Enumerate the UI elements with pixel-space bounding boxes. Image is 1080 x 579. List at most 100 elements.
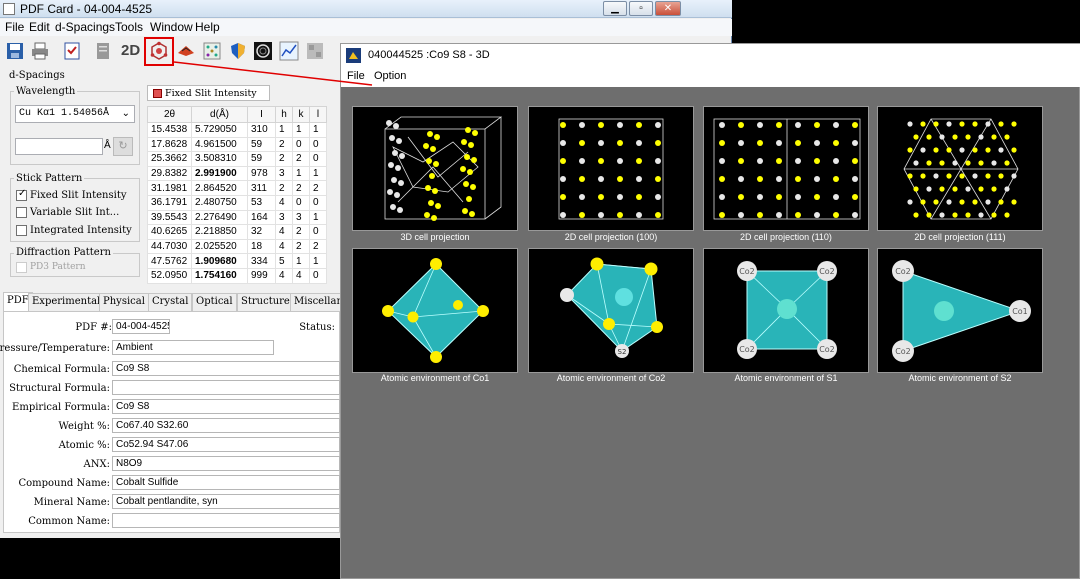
sulfur-atom <box>655 122 661 128</box>
cobalt-atom <box>471 157 477 163</box>
table-cell: 1 <box>309 165 327 182</box>
cobalt-atom <box>598 194 604 200</box>
col-intensity[interactable]: I <box>247 106 276 123</box>
form-field[interactable] <box>112 513 340 528</box>
sulfur-atom <box>939 134 945 140</box>
tab-structure[interactable]: Structure <box>237 293 294 311</box>
cobalt-atom <box>933 199 939 205</box>
3d-menu-file[interactable]: File <box>347 70 365 82</box>
minimize-button[interactable]: ▁ <box>603 1 627 16</box>
table-cell: 2 <box>292 151 310 167</box>
wavelength-input[interactable] <box>15 138 103 155</box>
tab-crystal[interactable]: Crystal <box>148 293 193 311</box>
form-field[interactable]: Co9 S8 <box>112 399 340 414</box>
col-d[interactable]: d(Å) <box>191 106 248 123</box>
refresh-icon[interactable]: ↻ <box>113 137 133 156</box>
col-k[interactable]: k <box>292 106 310 123</box>
table-row[interactable]: 17.8628 4.961500 59 2 0 0 <box>147 136 327 153</box>
panel-2d-110[interactable] <box>703 106 869 231</box>
table-row[interactable]: 31.1981 2.864520 311 2 2 2 <box>147 180 327 196</box>
cobalt-atom <box>428 200 434 206</box>
form-field[interactable]: N8O9 <box>112 456 340 471</box>
form-label: Pressure/Temperature: <box>0 343 110 354</box>
atom-label-co2-a: Co2 <box>739 267 755 276</box>
form-field[interactable]: Co67.40 S32.60 <box>112 418 340 433</box>
tab-physical[interactable]: Physical <box>99 293 149 311</box>
atom-label-s2-co2: S2 <box>618 348 627 356</box>
checklist-icon[interactable] <box>62 41 82 61</box>
caption-2d-100: 2D cell projection (100) <box>564 232 658 242</box>
sulfur-atom <box>907 199 913 205</box>
plot-icon[interactable] <box>279 41 299 61</box>
cobalt-atom <box>933 121 939 127</box>
print-icon[interactable] <box>30 41 50 61</box>
cobalt-atom <box>431 215 437 221</box>
menu-help[interactable]: Help <box>195 20 220 34</box>
tab-miscellaneous[interactable]: Miscellan <box>290 293 347 311</box>
table-cell: 18 <box>247 238 276 255</box>
table-row[interactable]: 52.0950 1.754160 999 4 4 0 <box>147 267 327 284</box>
wavelength-select[interactable]: Cu Kα1 1.54056Å ⌄ <box>15 105 135 123</box>
col-h[interactable]: h <box>275 106 293 123</box>
panel-2d-111[interactable] <box>877 106 1043 231</box>
tab-experimental[interactable]: Experimental <box>28 293 105 311</box>
ring-pattern-icon[interactable] <box>253 41 273 61</box>
tab-optical[interactable]: Optical <box>192 293 237 311</box>
table-row[interactable]: 39.5543 2.276490 164 3 3 1 <box>147 209 327 226</box>
3d-menu-option[interactable]: Option <box>374 70 406 82</box>
table-row[interactable]: 47.5762 1.909680 334 5 1 1 <box>147 253 327 269</box>
form-field[interactable]: Co52.94 S47.06 <box>112 437 340 452</box>
table-row[interactable]: 29.8382 2.991900 978 3 1 1 <box>147 165 327 182</box>
table-row[interactable]: 25.3662 3.508310 59 2 2 0 <box>147 151 327 167</box>
table-row[interactable]: 15.4538 5.729050 310 1 1 1 <box>147 122 327 138</box>
sulfur-atom <box>998 147 1004 153</box>
col-l[interactable]: l <box>309 106 327 123</box>
table-cell: 4 <box>275 194 293 211</box>
document-icon[interactable] <box>93 41 113 61</box>
integrated-intensity-checkbox[interactable] <box>16 225 27 236</box>
table-row[interactable]: 40.6265 2.218850 32 4 2 0 <box>147 224 327 240</box>
grid-icon[interactable] <box>305 41 325 61</box>
diffraction-icon[interactable] <box>202 41 222 61</box>
cobalt-atom <box>425 185 431 191</box>
form-field[interactable]: Cobalt Sulfide <box>112 475 340 490</box>
pdf-number-field[interactable]: 04-004-4525 <box>112 319 170 334</box>
fixed-slit-checkbox[interactable]: ✓ <box>16 188 27 201</box>
panel-co2-environment[interactable]: S2 <box>528 248 694 373</box>
sulfur-atom <box>1004 186 1010 192</box>
variable-slit-checkbox[interactable] <box>16 207 27 218</box>
form-field[interactable]: Ambient <box>112 340 274 355</box>
menu-tools[interactable]: Tools <box>115 20 143 34</box>
wavelength-label: Wavelength <box>14 86 78 97</box>
save-icon[interactable] <box>5 41 25 61</box>
table-row[interactable]: 36.1791 2.480750 53 4 0 0 <box>147 194 327 211</box>
sulfur-atom <box>939 212 945 218</box>
panel-3d-cell-projection[interactable] <box>352 106 518 231</box>
close-button[interactable]: ✕ <box>655 1 681 16</box>
form-field[interactable]: Co9 S8 <box>112 361 340 376</box>
menu-file[interactable]: File <box>5 20 24 34</box>
panel-s2-environment[interactable]: Co2 Co1 Co2 <box>877 248 1043 373</box>
pd3-checkbox[interactable] <box>16 262 27 273</box>
cobalt-atom <box>426 158 432 164</box>
fixed-slit-tab[interactable]: Fixed Slit Intensity <box>147 85 270 101</box>
cobalt-atom <box>978 160 984 166</box>
menu-window[interactable]: Window <box>150 20 193 34</box>
co2-polyhedron-render: S2 <box>560 257 663 358</box>
panel-co1-environment[interactable] <box>352 248 518 373</box>
shield-icon[interactable] <box>228 41 248 61</box>
panel-2d-100[interactable] <box>528 106 694 231</box>
cobalt-atom <box>814 194 820 200</box>
2d-button[interactable]: 2D <box>121 42 140 59</box>
col-2theta[interactable]: 2θ <box>147 106 192 123</box>
panel-s1-environment[interactable]: Co2 Co2 Co2 Co2 <box>703 248 869 373</box>
form-field[interactable]: Cobalt pentlandite, syn <box>112 494 340 509</box>
menu-d-spacings[interactable]: d-Spacings <box>55 20 115 34</box>
menu-edit[interactable]: Edit <box>29 20 50 34</box>
cobalt-atom <box>926 212 932 218</box>
maximize-button[interactable]: ▫ <box>629 1 653 16</box>
crystal-icon[interactable] <box>176 41 196 61</box>
table-cell: 4 <box>275 238 293 255</box>
form-field[interactable] <box>112 380 340 395</box>
table-row[interactable]: 44.7030 2.025520 18 4 2 2 <box>147 238 327 255</box>
